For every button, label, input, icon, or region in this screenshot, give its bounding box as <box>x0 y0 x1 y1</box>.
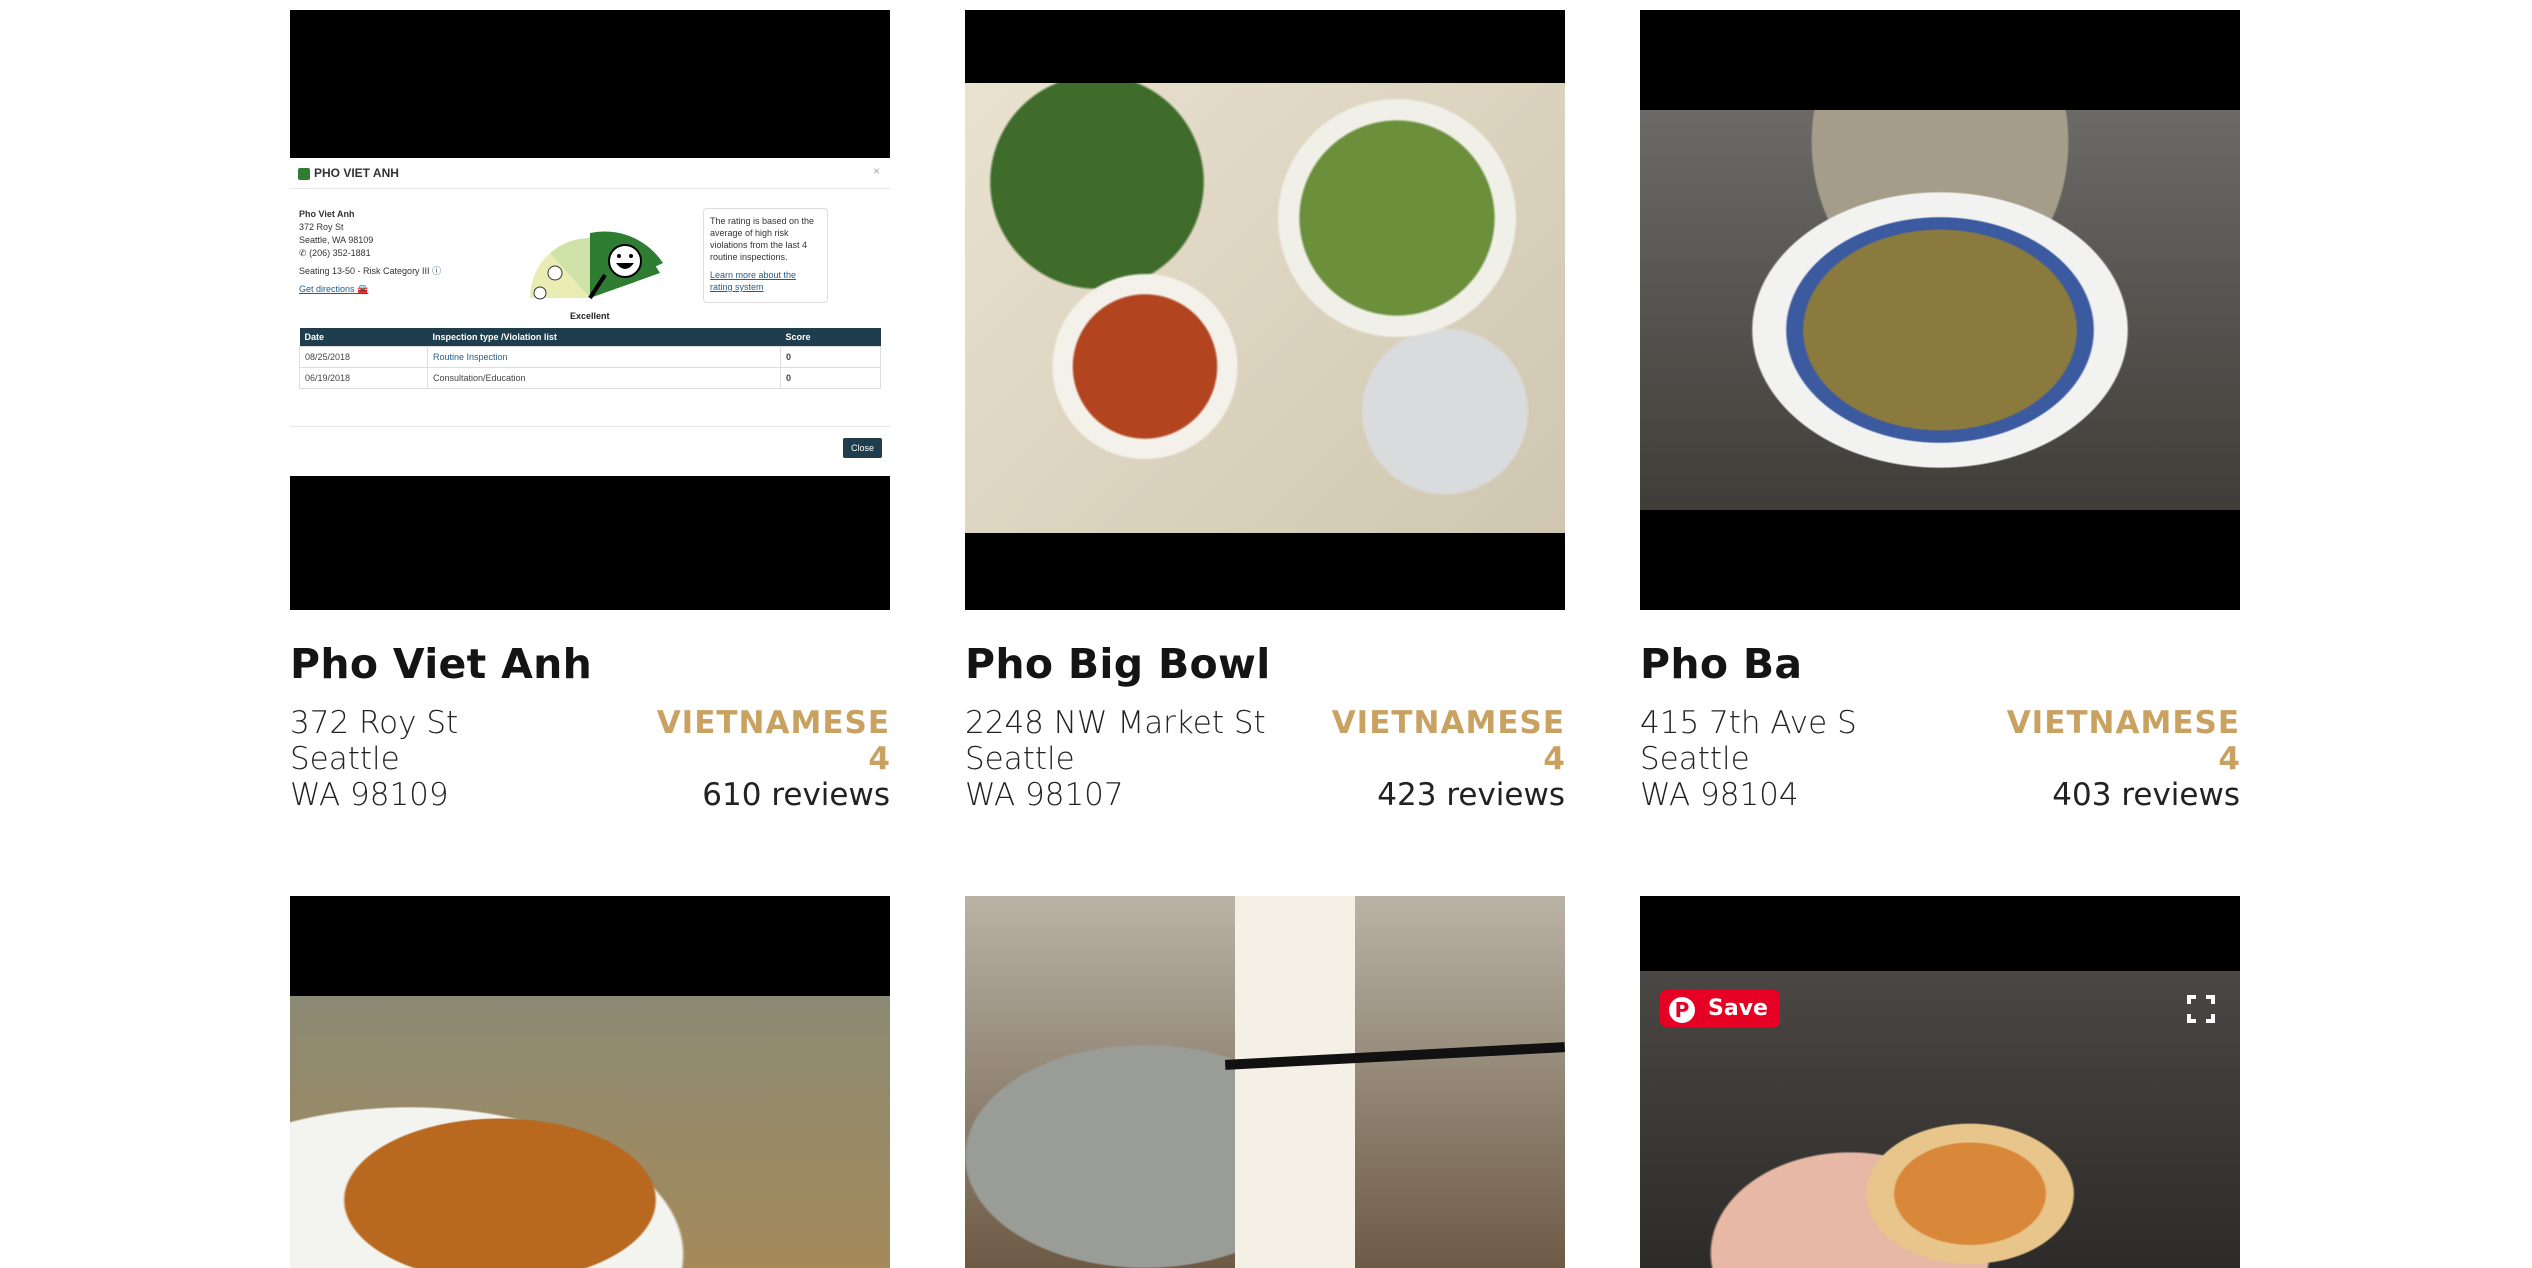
review-count: 610 reviews <box>702 777 890 813</box>
restaurant-meta: VIETNAMESE 4 423 reviews <box>1332 705 1565 813</box>
col-type: Inspection type /Violation list <box>427 328 781 347</box>
restaurant-image[interactable]: P Save <box>1640 896 2240 1268</box>
table-row: 08/25/2018 Routine Inspection 0 <box>299 346 881 368</box>
close-button[interactable]: Close <box>842 438 882 458</box>
table-row: 06/19/2018 Consultation/Education 0 <box>299 367 881 389</box>
restaurant-name[interactable]: Pho Ba <box>1640 640 1802 688</box>
pinterest-icon: P <box>1669 997 1695 1023</box>
restaurant-address: 2248 NW Market St Seattle WA 98107 <box>965 705 1266 813</box>
pinterest-save-button[interactable]: P Save <box>1660 990 1780 1027</box>
col-date: Date <box>299 328 428 347</box>
info-icon: ⓘ <box>432 266 442 276</box>
health-icon <box>298 167 310 180</box>
cuisine-label: VIETNAMESE <box>656 705 890 741</box>
restaurant-image[interactable] <box>965 896 1565 1268</box>
restaurant-name[interactable]: Pho Viet Anh <box>290 640 592 688</box>
rating-value: 4 <box>1543 741 1565 777</box>
rating-value: 4 <box>2218 741 2240 777</box>
modal-title: PHO VIET ANH <box>298 166 399 180</box>
restaurant-meta: VIETNAMESE 4 403 reviews <box>2007 705 2240 813</box>
restaurant-address: 372 Roy St Seattle WA 98109 <box>290 705 459 813</box>
col-score: Score <box>780 328 881 347</box>
gauge-label: Excellent <box>570 311 610 321</box>
pho-photo <box>1640 110 2240 510</box>
restaurant-image[interactable] <box>290 896 890 1268</box>
restaurant-image[interactable]: PHO VIET ANH × Pho Viet Anh 372 Roy St S… <box>290 10 890 610</box>
rating-value: 4 <box>868 741 890 777</box>
phone-icon: ✆ <box>299 248 307 258</box>
modal-close-icon[interactable]: × <box>873 164 880 178</box>
rating-gauge <box>529 231 663 300</box>
inspection-table: Date Inspection type /Violation list Sco… <box>299 328 881 389</box>
restaurant-address: 415 7th Ave S Seattle WA 98104 <box>1640 705 1857 813</box>
cuisine-label: VIETNAMESE <box>2006 705 2240 741</box>
car-icon: 🚘 <box>357 284 369 294</box>
rating-note: The rating is based on the average of hi… <box>703 208 828 303</box>
pho-photo <box>965 83 1565 533</box>
expand-icon[interactable] <box>2186 994 2216 1024</box>
inspection-modal: PHO VIET ANH × Pho Viet Anh 372 Roy St S… <box>290 158 890 476</box>
noodles-photo <box>965 896 1565 1268</box>
cuisine-label: VIETNAMESE <box>1331 705 1565 741</box>
restaurant-meta: VIETNAMESE 4 610 reviews <box>657 705 890 813</box>
restaurant-name[interactable]: Pho Big Bowl <box>965 640 1271 688</box>
rating-link[interactable]: Learn more about the rating system <box>710 269 821 293</box>
directions-link[interactable]: Get directions 🚘 <box>299 283 441 296</box>
review-count: 403 reviews <box>2052 777 2240 813</box>
restaurant-image[interactable] <box>1640 10 2240 610</box>
review-count: 423 reviews <box>1377 777 1565 813</box>
restaurant-info: Pho Viet Anh 372 Roy St Seattle, WA 9810… <box>299 209 442 296</box>
restaurant-image[interactable] <box>965 10 1565 610</box>
fried-bread-photo <box>290 996 890 1268</box>
